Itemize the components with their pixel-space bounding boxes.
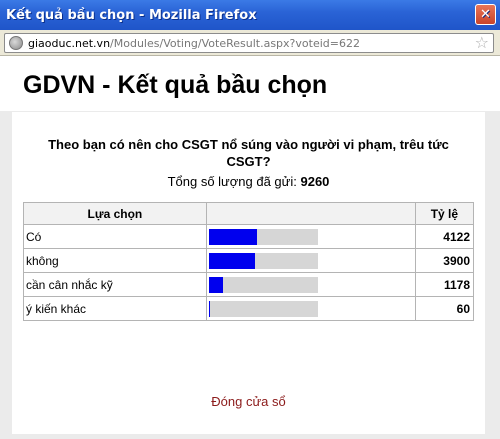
result-count: 4122 [414,224,475,249]
close-window-link[interactable]: Đóng cửa sổ [12,394,485,409]
window-close-button[interactable]: ✕ [475,4,496,25]
page-heading-area: GDVN - Kết quả bầu chọn [0,57,500,111]
result-bar-track [208,300,318,317]
result-option-label: ý kiến khác [23,296,207,321]
window-title: Kết quả bầu chọn - Mozilla Firefox [6,7,257,23]
page-title: GDVN - Kết quả bầu chọn [23,71,328,99]
total-votes: Tổng số lượng đã gửi: 9260 [12,174,485,189]
header-option: Lựa chọn [23,202,207,225]
result-option-label: cần cân nhắc kỹ [23,272,207,297]
result-bar-fill [208,276,223,293]
result-option-label: không [23,248,207,273]
result-row: cần cân nhắc kỹ 1178 [23,272,475,297]
globe-icon [9,36,23,50]
result-bar-cell [205,248,416,273]
address-bar-container: giaoduc.net.vn/Modules/Voting/VoteResult… [0,30,500,56]
bookmark-star-icon[interactable]: ☆ [475,34,489,52]
result-bar-cell [205,272,416,297]
result-row: ý kiến khác 60 [23,296,475,321]
result-bar-cell [205,296,416,321]
window-titlebar: Kết quả bầu chọn - Mozilla Firefox ✕ [0,0,500,30]
result-bar-fill [208,252,255,269]
result-bar-fill [208,300,210,317]
results-header-row: Lựa chọn Tỷ lệ [23,202,475,225]
header-bar [205,202,416,225]
url-host: giaoduc.net.vn [28,36,111,50]
result-row: không 3900 [23,248,475,273]
results-table: Lựa chọn Tỷ lệ Có 4122 không 3900 cần cân nh… [23,202,475,321]
total-votes-label: Tổng số lượng đã gửi: [167,174,297,189]
page-content: GDVN - Kết quả bầu chọn Theo bạn có nên … [0,57,500,439]
result-bar-track [208,252,318,269]
url-path: /Modules/Voting/VoteResult.aspx?voteid=6… [110,36,360,50]
address-bar[interactable]: giaoduc.net.vn/Modules/Voting/VoteResult… [4,33,494,53]
result-option-label: Có [23,224,207,249]
header-ratio: Tỷ lệ [414,202,475,225]
result-count: 60 [414,296,475,321]
poll-question: Theo bạn có nên cho CSGT nổ súng vào ngư… [48,137,449,169]
result-bar-track [208,228,318,245]
result-bar-fill [208,228,258,245]
result-count: 3900 [414,248,475,273]
result-panel: Theo bạn có nên cho CSGT nổ súng vào ngư… [12,112,485,434]
result-bar-track [208,276,318,293]
result-row: Có 4122 [23,224,475,249]
result-bar-cell [205,224,416,249]
result-count: 1178 [414,272,475,297]
total-votes-value: 9260 [300,174,330,189]
